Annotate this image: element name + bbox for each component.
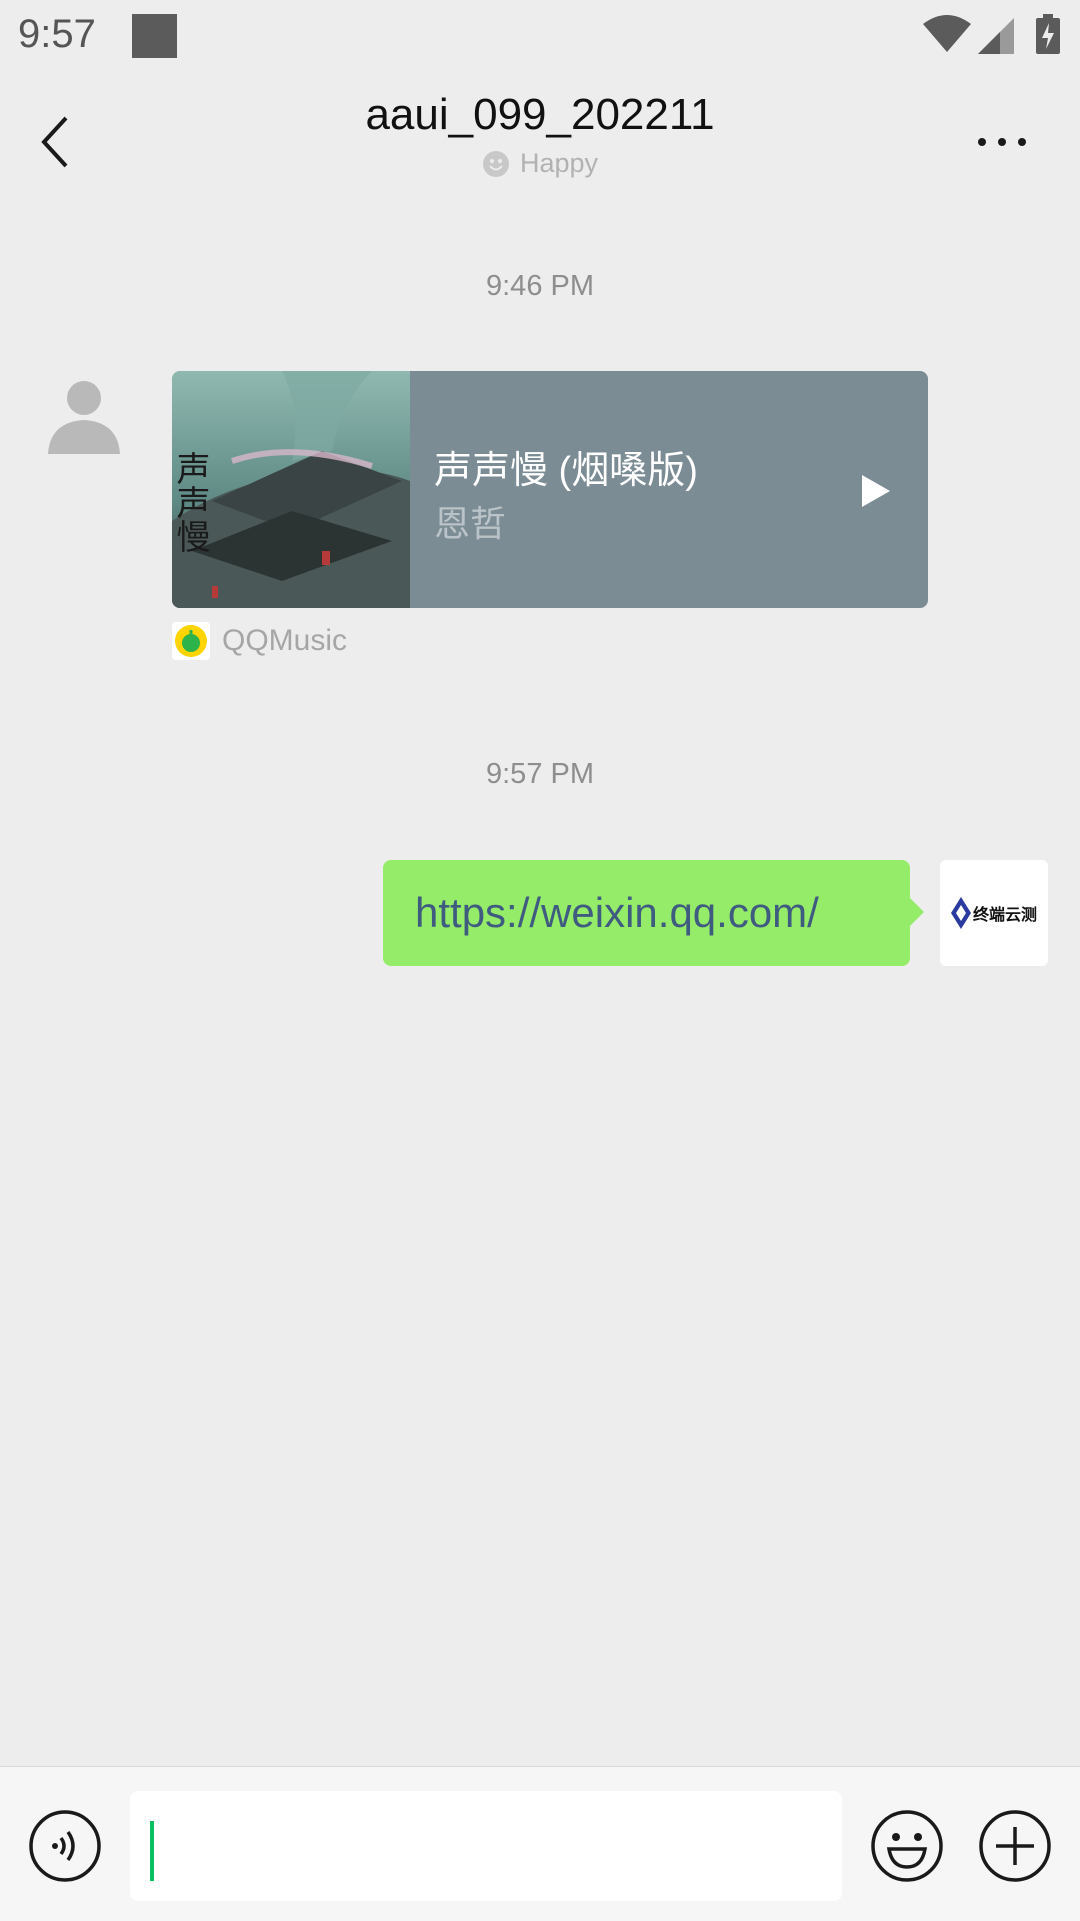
message-timestamp: 9:57 PM (486, 758, 594, 790)
battery-icon (1036, 14, 1060, 54)
wifi-icon (923, 15, 971, 52)
song-artist: 恩哲 (434, 503, 507, 544)
status-time: 9:57 (18, 12, 96, 56)
svg-text:终端云测: 终端云测 (973, 905, 1037, 924)
music-source: QQMusic (172, 622, 347, 660)
music-card[interactable]: 声声慢 声声慢 (烟嗓版) 恩哲 (172, 371, 928, 608)
play-icon[interactable] (854, 471, 894, 511)
voice-input-icon[interactable] (28, 1809, 102, 1883)
message-timestamp: 9:46 PM (486, 270, 594, 302)
sent-message-link[interactable]: https://weixin.qq.com/ (415, 889, 819, 937)
chat-header: aaui_099_202211 Happy (0, 72, 1080, 198)
sent-message-bubble[interactable]: https://weixin.qq.com/ (383, 860, 924, 966)
album-art-calligraphy: 声声慢 (172, 451, 210, 553)
text-caret (150, 1821, 154, 1881)
qqmusic-icon (172, 622, 210, 660)
plus-icon[interactable] (978, 1809, 1052, 1883)
emoji-icon[interactable] (870, 1809, 944, 1883)
more-options-icon[interactable] (972, 102, 1036, 182)
contact-avatar[interactable] (42, 372, 126, 456)
signal-icon (978, 18, 1014, 54)
chat-title: aaui_099_202211 (365, 90, 715, 139)
status-bar: 9:57 (0, 0, 1080, 72)
smiley-status-icon (482, 150, 509, 177)
music-source-label: QQMusic (222, 624, 348, 657)
avatar-logo: 终端云测 (951, 897, 1037, 929)
status-text: Happy (519, 148, 599, 178)
album-art: 声声慢 (172, 371, 410, 608)
contact-status: Happy (0, 148, 1080, 179)
input-bar (0, 1766, 1080, 1921)
song-title: 声声慢 (烟嗓版) (434, 450, 698, 492)
notification-icon (132, 14, 177, 58)
my-avatar[interactable]: 终端云测 (940, 860, 1048, 966)
message-input[interactable] (130, 1791, 842, 1901)
